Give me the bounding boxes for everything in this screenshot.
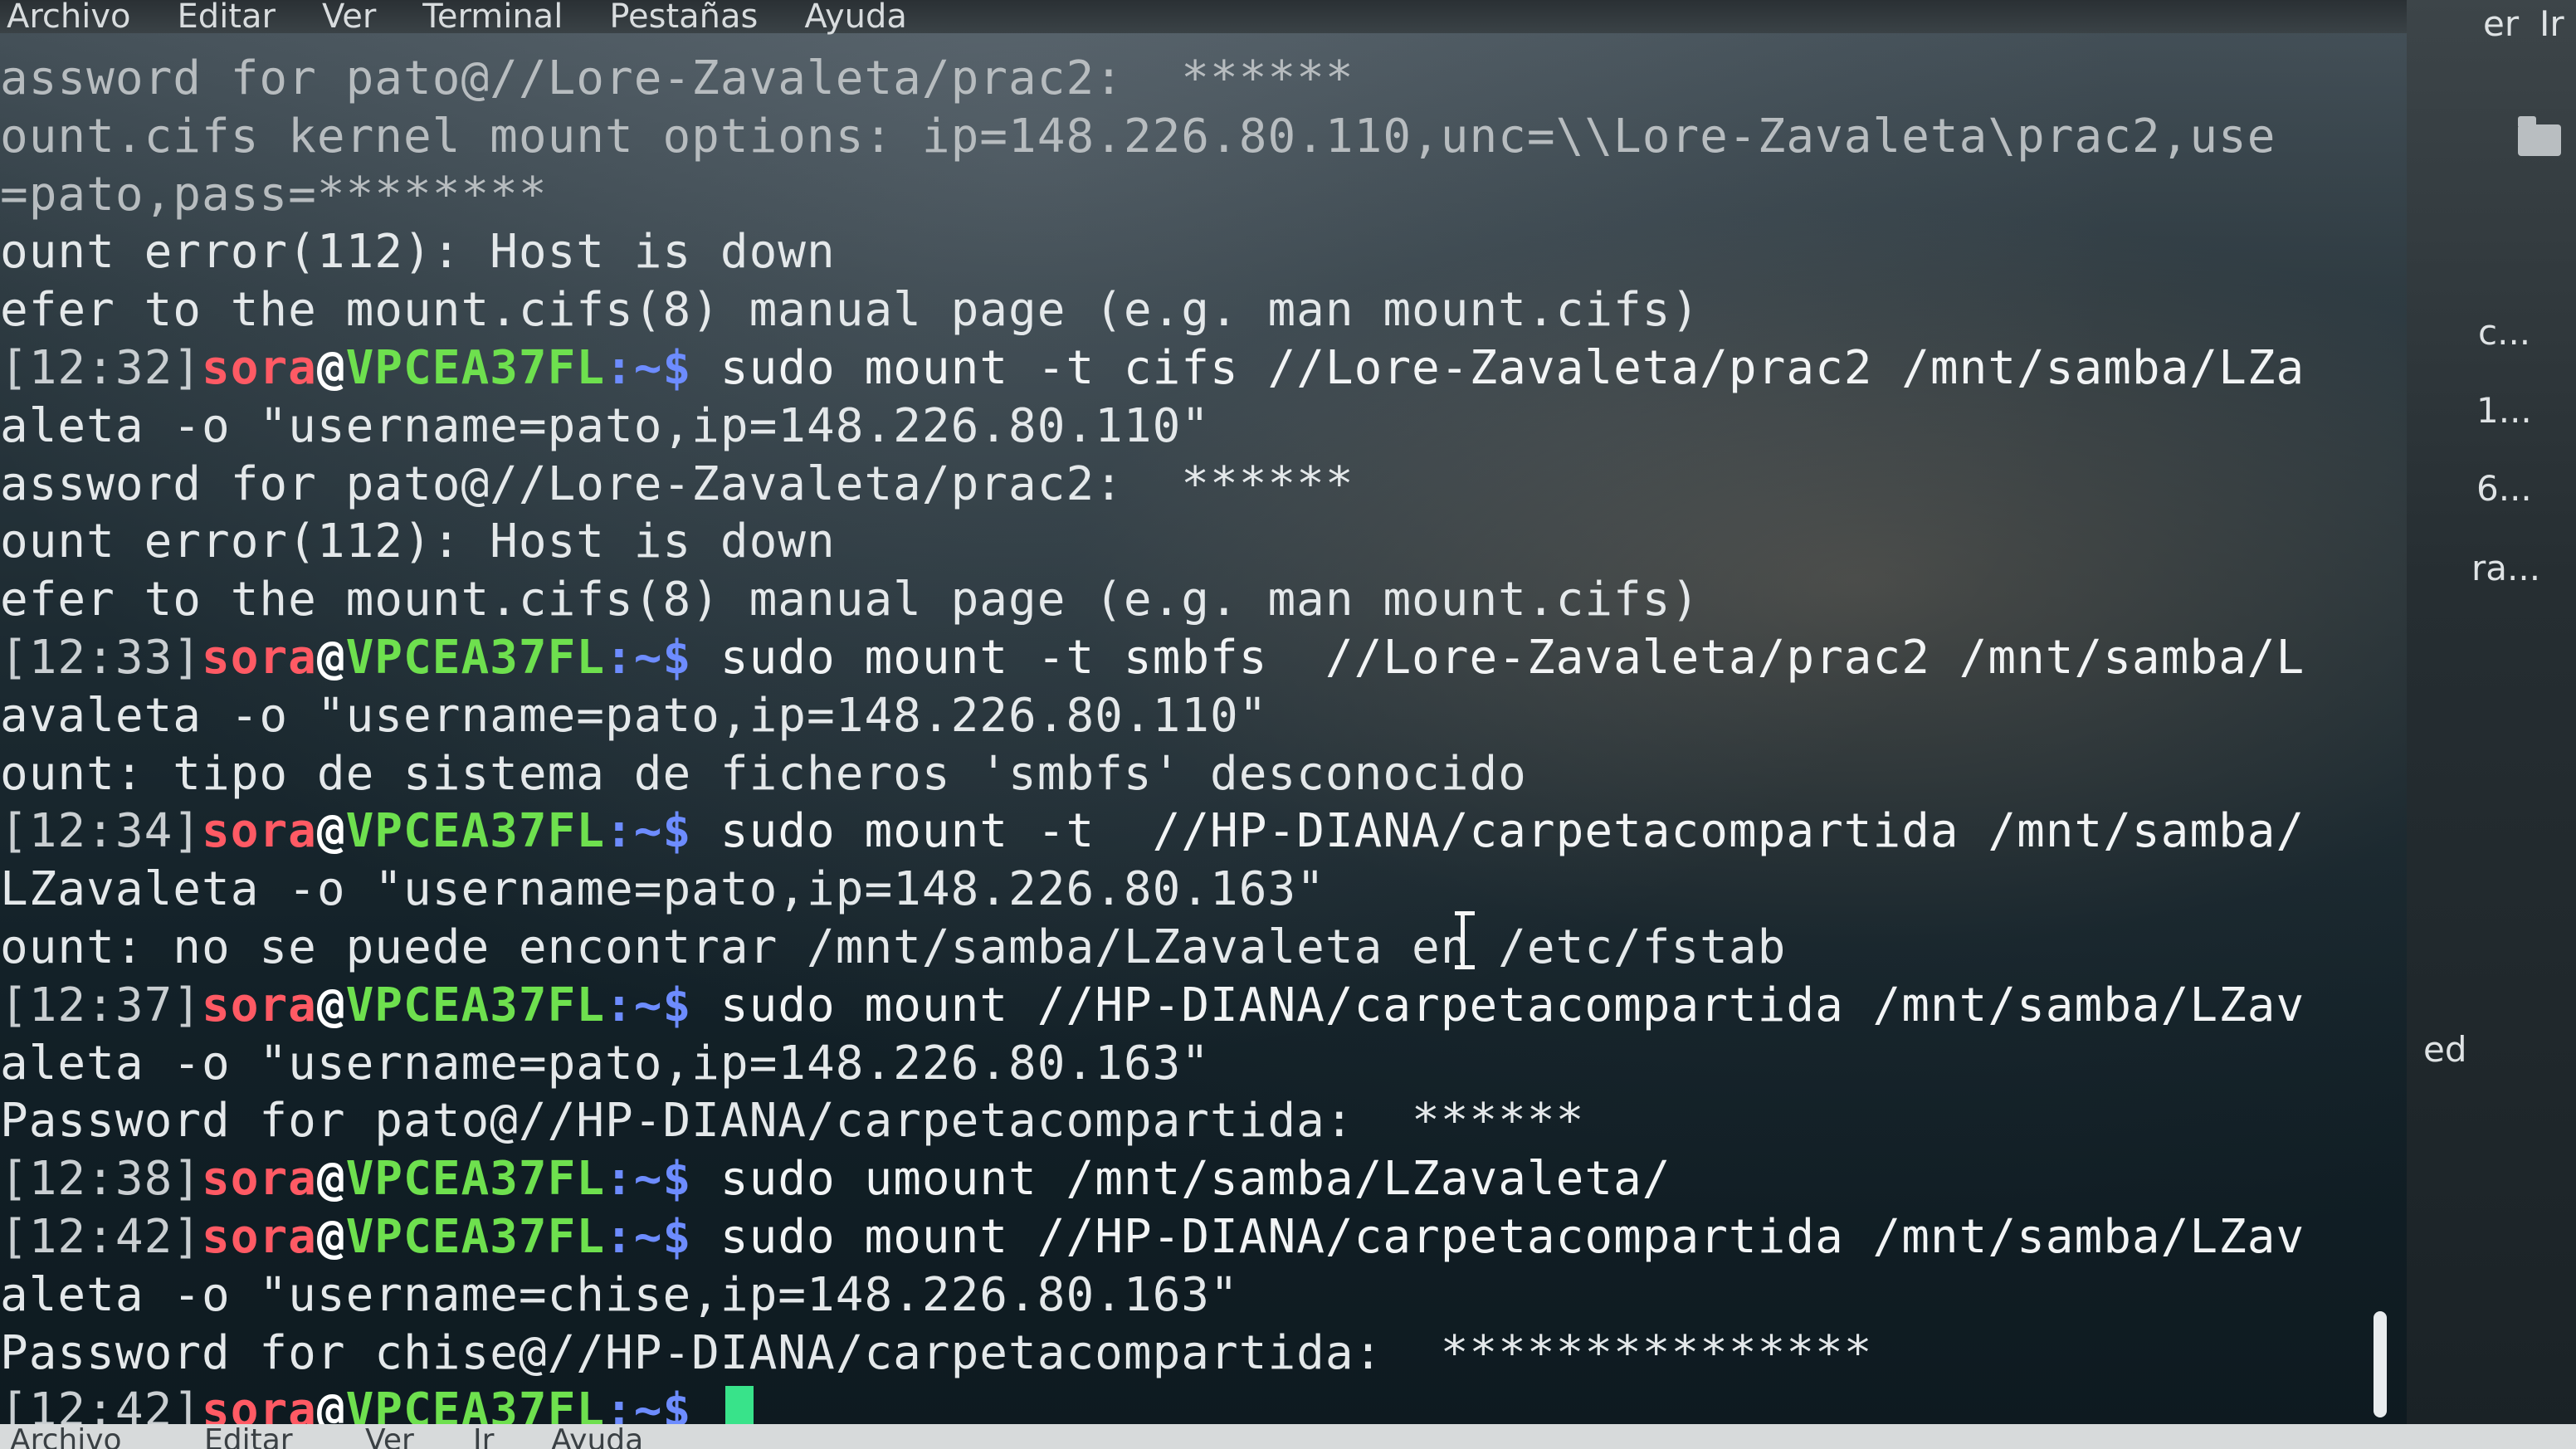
prompt-at: @ bbox=[316, 341, 346, 395]
menu-pestanas[interactable]: Pestañas bbox=[609, 0, 758, 33]
prompt-line: [12:37]sora@VPCEA37FL:~$ sudo mount //HP… bbox=[0, 977, 2305, 1035]
prompt-line: [12:33]sora@VPCEA37FL:~$ sudo mount -t s… bbox=[0, 629, 2305, 687]
prompt-timestamp: [12:37] bbox=[0, 978, 202, 1032]
prompt-user: sora bbox=[202, 1210, 317, 1264]
screen: Archivo Editar Ver Terminal Pestañas Ayu… bbox=[0, 0, 2576, 1449]
prompt-command: sudo mount -t cifs //Lore-Zavaleta/prac2… bbox=[691, 341, 2305, 395]
prompt-timestamp: [12:32] bbox=[0, 341, 202, 395]
side-item-4: ra... bbox=[2471, 548, 2541, 588]
background-window-panel: er Ir c... 1... 6... ra... ed bbox=[2407, 0, 2576, 1449]
side-menu-ir: Ir bbox=[2539, 3, 2564, 44]
prompt-user: sora bbox=[202, 341, 317, 395]
terminal-scrollbar[interactable] bbox=[2369, 66, 2392, 1427]
prompt-user: sora bbox=[202, 978, 317, 1032]
prompt-host: VPCEA37FL bbox=[345, 804, 606, 859]
output-line: =pato,pass=******** bbox=[0, 167, 548, 222]
output-line: efer to the mount.cifs(8) manual page (e… bbox=[0, 573, 1700, 627]
prompt-timestamp: [12:33] bbox=[0, 631, 202, 685]
prompt-host: VPCEA37FL bbox=[345, 1152, 606, 1207]
prompt-host: VPCEA37FL bbox=[345, 978, 606, 1032]
terminal-menubar: Archivo Editar Ver Terminal Pestañas Ayu… bbox=[0, 0, 2456, 33]
text-cursor-ibeam-icon bbox=[1455, 911, 1476, 969]
prompt-timestamp: [12:38] bbox=[0, 1152, 202, 1207]
prompt-at: @ bbox=[316, 1210, 346, 1264]
side-menu-ver: er bbox=[2483, 3, 2520, 44]
bottom-menu-archivo[interactable]: Archivo bbox=[10, 1426, 122, 1449]
prompt-path: :~$ bbox=[605, 978, 692, 1032]
side-item-3: 6... bbox=[2476, 468, 2532, 509]
prompt-command: sudo mount //HP-DIANA/carpetacompartida … bbox=[691, 1210, 2305, 1264]
prompt-at: @ bbox=[316, 631, 346, 685]
prompt-at: @ bbox=[316, 804, 346, 859]
menu-ver[interactable]: Ver bbox=[322, 0, 376, 33]
output-line: ount error(112): Host is down bbox=[0, 225, 836, 280]
menu-terminal[interactable]: Terminal bbox=[422, 0, 563, 33]
side-item-1: c... bbox=[2478, 312, 2531, 353]
prompt-command: sudo umount /mnt/samba/LZavaleta/ bbox=[691, 1152, 1671, 1207]
prompt-line: [12:42]sora@VPCEA37FL:~$ sudo mount //HP… bbox=[0, 1208, 2305, 1266]
prompt-path: :~$ bbox=[605, 341, 692, 395]
bottom-window-menubar: Archivo Editar Ver Ir Ayuda bbox=[0, 1424, 2576, 1449]
output-line: Password for chise@//HP-DIANA/carpetacom… bbox=[0, 1325, 1873, 1380]
side-item-2: 1... bbox=[2476, 390, 2532, 431]
prompt-command: sudo mount -t //HP-DIANA/carpetacomparti… bbox=[691, 804, 2305, 859]
prompt-user: sora bbox=[202, 631, 317, 685]
side-item-5: ed bbox=[2423, 1029, 2467, 1070]
prompt-timestamp: [12:34] bbox=[0, 804, 202, 859]
bottom-menu-ir[interactable]: Ir bbox=[473, 1426, 494, 1449]
bottom-menu-editar[interactable]: Editar bbox=[204, 1426, 293, 1449]
scrollbar-thumb[interactable] bbox=[2374, 1311, 2387, 1417]
prompt-path: :~$ bbox=[605, 1210, 692, 1264]
prompt-line: [12:38]sora@VPCEA37FL:~$ sudo umount /mn… bbox=[0, 1150, 1671, 1208]
menu-editar[interactable]: Editar bbox=[178, 0, 276, 33]
output-line: aleta -o "username=chise,ip=148.226.80.1… bbox=[0, 1267, 1239, 1322]
menu-archivo[interactable]: Archivo bbox=[7, 0, 131, 33]
output-line: assword for pato@//Lore-Zavaleta/prac2: … bbox=[0, 51, 1354, 105]
output-line: assword for pato@//Lore-Zavaleta/prac2: … bbox=[0, 456, 1354, 511]
output-line: Password for pato@//HP-DIANA/carpetacomp… bbox=[0, 1094, 1585, 1149]
output-line: aleta -o "username=pato,ip=148.226.80.16… bbox=[0, 1036, 1211, 1090]
prompt-timestamp: [12:42] bbox=[0, 1210, 202, 1264]
folder-icon bbox=[2518, 116, 2561, 156]
output-line: ount error(112): Host is down bbox=[0, 515, 836, 569]
prompt-path: :~$ bbox=[605, 631, 692, 685]
prompt-line: [12:34]sora@VPCEA37FL:~$ sudo mount -t /… bbox=[0, 803, 2305, 861]
bottom-menu-ayuda[interactable]: Ayuda bbox=[551, 1426, 643, 1449]
output-line: avaleta -o "username=pato,ip=148.226.80.… bbox=[0, 688, 1268, 743]
prompt-command: sudo mount //HP-DIANA/carpetacompartida … bbox=[691, 978, 2305, 1032]
terminal-output[interactable]: assword for pato@//Lore-Zavaleta/prac2: … bbox=[0, 40, 2407, 1437]
prompt-at: @ bbox=[316, 978, 346, 1032]
output-line: LZavaleta -o "username=pato,ip=148.226.8… bbox=[0, 862, 1325, 917]
output-line: ount: tipo de sistema de ficheros 'smbfs… bbox=[0, 746, 1527, 801]
prompt-path: :~$ bbox=[605, 1152, 692, 1207]
prompt-user: sora bbox=[202, 804, 317, 859]
prompt-host: VPCEA37FL bbox=[345, 1210, 606, 1264]
output-line: efer to the mount.cifs(8) manual page (e… bbox=[0, 283, 1700, 338]
bottom-menu-ver[interactable]: Ver bbox=[365, 1426, 414, 1449]
menu-ayuda[interactable]: Ayuda bbox=[804, 0, 907, 33]
prompt-line: [12:32]sora@VPCEA37FL:~$ sudo mount -t c… bbox=[0, 339, 2305, 398]
output-line: ount: no se puede encontrar /mnt/samba/L… bbox=[0, 920, 1787, 974]
prompt-host: VPCEA37FL bbox=[345, 631, 606, 685]
prompt-path: :~$ bbox=[605, 804, 692, 859]
prompt-host: VPCEA37FL bbox=[345, 341, 606, 395]
output-line: ount.cifs kernel mount options: ip=148.2… bbox=[0, 109, 2276, 163]
prompt-command: sudo mount -t smbfs //Lore-Zavaleta/prac… bbox=[691, 631, 2305, 685]
prompt-user: sora bbox=[202, 1152, 317, 1207]
output-line: aleta -o "username=pato,ip=148.226.80.11… bbox=[0, 398, 1211, 453]
prompt-at: @ bbox=[316, 1152, 346, 1207]
